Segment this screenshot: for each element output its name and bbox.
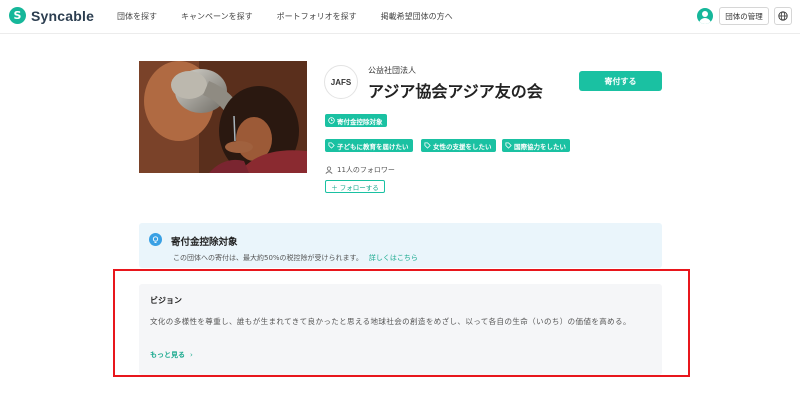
tax-deduction-info: 寄付金控除対象 この団体への寄付は、最大約50%の税控除が受けられます。 詳しくは… [139, 223, 662, 268]
follower-count-label: 11人のフォロワー [337, 166, 395, 174]
organization-logo: JAFS [324, 65, 358, 99]
tax-deduction-description: この団体への寄付は、最大約50%の税控除が受けられます。 [173, 254, 363, 262]
tax-deduction-title: 寄付金控除対象 [171, 237, 238, 248]
tag-international-cooperation[interactable]: 国際協力をしたい [502, 139, 570, 152]
nav-for-organizations[interactable]: 掲載希望団体の方へ [381, 11, 453, 22]
tax-deduction-text: この団体への寄付は、最大約50%の税控除が受けられます。 詳しくはこちら [173, 253, 418, 263]
site-header: S Syncable 団体を探す キャンペーンを探す ポートフォリオを探す 掲載… [0, 0, 800, 34]
language-button[interactable] [774, 7, 792, 25]
lightbulb-icon [149, 233, 162, 246]
tag-label: 子どもに教育を届けたい [337, 142, 409, 151]
tax-deductible-badge: 寄付金控除対象 [325, 114, 387, 127]
nav-find-organizations[interactable]: 団体を探す [117, 11, 157, 22]
follow-button[interactable]: ＋ フォローする [325, 180, 385, 193]
tag-label: 国際協力をしたい [514, 142, 566, 151]
badge-label: 寄付金控除対象 [337, 117, 383, 126]
syncable-logo[interactable]: S Syncable [9, 7, 94, 24]
tag-education[interactable]: 子どもに教育を届けたい [325, 139, 413, 152]
globe-icon [778, 11, 788, 21]
main-nav: 団体を探す キャンペーンを探す ポートフォリオを探す 掲載希望団体の方へ [117, 11, 477, 22]
tag-women-support[interactable]: 女性の支援をしたい [421, 139, 496, 152]
user-avatar-icon[interactable] [697, 8, 713, 24]
tax-details-link[interactable]: 詳しくはこちら [369, 254, 418, 262]
follower-count: 11人のフォロワー [325, 165, 395, 175]
organization-name: アジア協会アジア友の会 [368, 82, 543, 101]
logo-mark-icon: S [9, 7, 26, 24]
highlight-box [113, 269, 690, 377]
organization-type: 公益社団法人 [368, 66, 416, 75]
tag-icon [505, 142, 512, 149]
tag-icon [328, 142, 335, 149]
organization-logo-text: JAFS [330, 77, 352, 87]
manage-organization-button[interactable]: 団体の管理 [719, 7, 769, 25]
person-icon [325, 166, 333, 174]
clock-icon [328, 117, 335, 124]
organization-cover-image [139, 61, 307, 173]
donate-button[interactable]: 寄付する [579, 71, 662, 91]
nav-find-campaigns[interactable]: キャンペーンを探す [181, 11, 253, 22]
logo-text: Syncable [31, 7, 95, 24]
nav-find-portfolios[interactable]: ポートフォリオを探す [277, 11, 357, 22]
tag-label: 女性の支援をしたい [433, 142, 492, 151]
tag-icon [424, 142, 431, 149]
